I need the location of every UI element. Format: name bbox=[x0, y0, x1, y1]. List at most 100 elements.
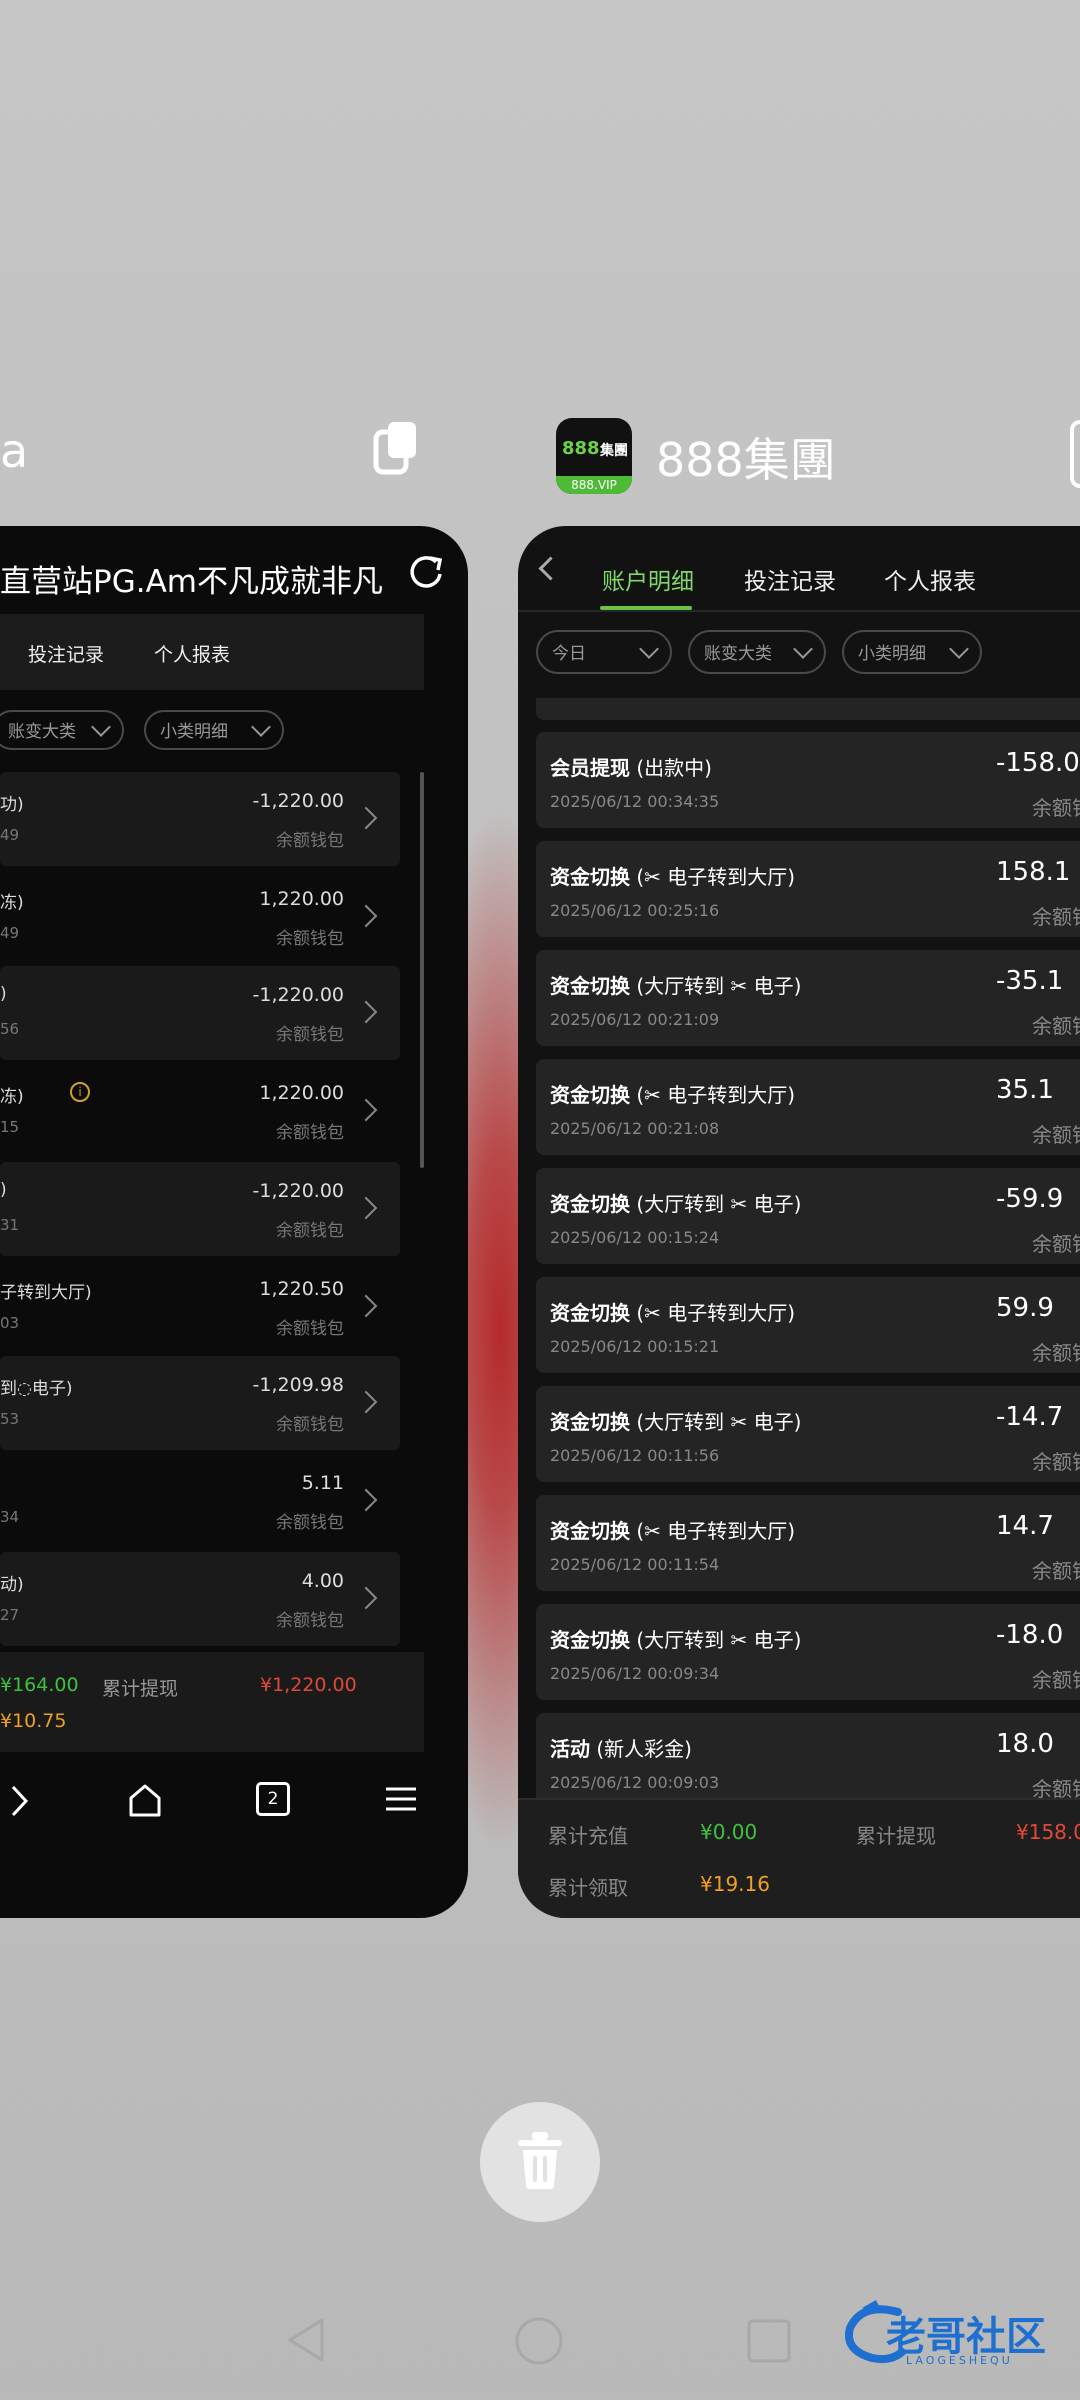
home-icon[interactable] bbox=[128, 1782, 162, 1818]
left-list-item[interactable]: 到◌电子) 53 -1,209.98 余额钱包 bbox=[0, 1356, 400, 1450]
left-item-time: 15 bbox=[0, 1118, 20, 1136]
transaction-item[interactable]: 活动 (新人彩金)2025/06/12 00:09:0318.0余额钱包 bbox=[536, 1713, 1080, 1809]
transaction-detail: (大厅转到 ✂ 电子) bbox=[636, 1192, 802, 1216]
app-icon-vip: 888.VIP bbox=[556, 476, 632, 494]
left-item-amount: -1,209.98 bbox=[252, 1374, 344, 1396]
transaction-wallet: 余额钱包 bbox=[1032, 796, 1080, 820]
left-list-item[interactable]: 冻) 15 1,220.00 余额钱包 i bbox=[0, 1064, 400, 1158]
left-item-type: 冻) bbox=[0, 1087, 24, 1107]
tab-account-detail[interactable]: 账户明细 bbox=[602, 562, 694, 596]
transaction-type: 资金切换 bbox=[550, 1192, 630, 1216]
transaction-item[interactable]: 资金切换 (✂ 电子转到大厅) 2025/06/12 00:11:54 14.7 余额… bbox=[536, 1495, 1080, 1591]
chevron-down-icon bbox=[793, 639, 813, 659]
transaction-title: 资金切换 (大厅转到 ✂ 电子) bbox=[550, 970, 801, 999]
system-recents-icon[interactable] bbox=[746, 2318, 792, 2364]
transaction-title: 资金切换 (大厅转到 ✂ 电子) bbox=[550, 1188, 801, 1217]
transaction-type: 资金切换 bbox=[550, 1410, 630, 1434]
chevron-right-icon bbox=[354, 1488, 378, 1512]
left-tab-report[interactable]: 个人报表 bbox=[154, 640, 230, 667]
info-icon[interactable]: i bbox=[70, 1082, 90, 1102]
filter-subcategory[interactable]: 小类明细 bbox=[842, 630, 982, 674]
left-item-time: 56 bbox=[0, 1020, 20, 1038]
transaction-amount: 14.7 bbox=[996, 1511, 1054, 1541]
transaction-amount: 35.1 bbox=[996, 1075, 1054, 1105]
chevron-right-icon bbox=[354, 1586, 378, 1610]
left-filter-subcategory[interactable]: 小类明细 bbox=[144, 710, 284, 750]
left-list-item[interactable]: 动) 27 4.00 余额钱包 bbox=[0, 1552, 400, 1646]
transaction-title: 资金切换 (✂ 电子转到大厅) bbox=[550, 1297, 795, 1326]
left-list-item[interactable]: ) 31 -1,220.00 余额钱包 bbox=[0, 1162, 400, 1256]
transaction-type: 资金切换 bbox=[550, 1628, 630, 1652]
transaction-title: 资金切换 (大厅转到 ✂ 电子) bbox=[550, 1624, 801, 1653]
transaction-title: 会员提现 (出款中) bbox=[550, 752, 712, 781]
transaction-title: 活动 (新人彩金) bbox=[550, 1733, 692, 1762]
transaction-wallet: 余额钱包 bbox=[1032, 1123, 1080, 1147]
left-item-amount: -1,220.00 bbox=[252, 790, 344, 812]
back-icon[interactable] bbox=[538, 556, 563, 581]
scrollbar[interactable] bbox=[420, 772, 424, 1168]
left-recharge-value: ¥164.00 bbox=[0, 1674, 79, 1696]
transaction-type: 资金切换 bbox=[550, 1083, 630, 1107]
tab-bet-records[interactable]: 投注记录 bbox=[744, 562, 836, 596]
left-app-card[interactable]: 直营站PG.Am不凡成就非凡 投注记录 个人报表 账变大类 小类明细 功) 49 -… bbox=[0, 526, 468, 1918]
watermark-sub: LAOGESHEQU bbox=[906, 2354, 1013, 2367]
window-mode-icon[interactable] bbox=[1070, 420, 1080, 488]
left-item-amount: 1,220.00 bbox=[259, 888, 344, 910]
left-tabs: 投注记录 个人报表 bbox=[0, 614, 424, 690]
copy-window-icon[interactable] bbox=[372, 420, 420, 476]
filter-date[interactable]: 今日 bbox=[536, 630, 672, 674]
chevron-right-icon bbox=[354, 806, 378, 830]
transaction-item[interactable]: 资金切换 (大厅转到 ✂ 电子) 2025/06/12 00:11:56 -14.7… bbox=[536, 1386, 1080, 1482]
transaction-detail: (✂ 电子转到大厅) bbox=[636, 1083, 796, 1107]
left-list-item[interactable]: 冻) 49 1,220.00 余额钱包 bbox=[0, 870, 400, 964]
left-list-item[interactable]: 34 5.11 余额钱包 bbox=[0, 1454, 400, 1548]
transaction-type: 资金切换 bbox=[550, 1301, 630, 1325]
claim-label: 累计领取 bbox=[548, 1876, 628, 1900]
transaction-wallet: 余额钱包 bbox=[1032, 905, 1080, 929]
left-item-wallet: 余额钱包 bbox=[276, 1611, 344, 1631]
left-item-time: 49 bbox=[0, 826, 20, 844]
transaction-item[interactable]: 资金切换 (大厅转到 ✂ 电子) 2025/06/12 00:09:34 -18.0… bbox=[536, 1604, 1080, 1700]
chevron-down-icon bbox=[91, 717, 111, 737]
forward-icon[interactable] bbox=[10, 1784, 30, 1818]
system-home-icon[interactable] bbox=[514, 2316, 564, 2366]
left-item-type: ) bbox=[0, 984, 7, 1004]
right-app-card[interactable]: 账户明细 投注记录 个人报表 今日 账变大类 小类明细 会员提现 (出款中) 20… bbox=[518, 526, 1080, 1918]
clear-all-button[interactable] bbox=[480, 2102, 600, 2222]
transaction-item[interactable]: 会员提现 (出款中) 2025/06/12 00:34:35 -158.0 余额钱包 bbox=[536, 732, 1080, 828]
transaction-item[interactable]: 资金切换 (大厅转到 ✂ 电子) 2025/06/12 00:15:24 -59.9… bbox=[536, 1168, 1080, 1264]
transaction-time: 2025/06/12 00:11:56 bbox=[550, 1446, 720, 1465]
left-filter-category[interactable]: 账变大类 bbox=[0, 710, 124, 750]
system-back-icon[interactable] bbox=[284, 2316, 328, 2364]
filter-category-label: 账变大类 bbox=[704, 644, 772, 664]
menu-icon[interactable] bbox=[386, 1786, 416, 1812]
browser-nav-bar: 2 bbox=[0, 1752, 468, 1852]
left-item-time: 49 bbox=[0, 924, 20, 942]
left-list-item[interactable]: ) 56 -1,220.00 余额钱包 bbox=[0, 966, 400, 1060]
transaction-item[interactable]: 资金切换 (✂ 电子转到大厅) 2025/06/12 00:15:21 59.9 余额… bbox=[536, 1277, 1080, 1373]
transaction-detail: (✂ 电子转到大厅) bbox=[636, 1519, 796, 1543]
transaction-detail: (大厅转到 ✂ 电子) bbox=[636, 1410, 802, 1434]
transaction-time: 2025/06/12 00:09:34 bbox=[550, 1664, 720, 1683]
app-icon-888[interactable]: 888 集團 888.VIP bbox=[556, 418, 632, 494]
left-item-wallet: 余额钱包 bbox=[276, 1319, 344, 1339]
left-claim-value: ¥10.75 bbox=[0, 1710, 67, 1732]
transaction-time: 2025/06/12 00:21:09 bbox=[550, 1010, 720, 1029]
filter-subcategory-label: 小类明细 bbox=[858, 644, 926, 664]
left-tab-bets[interactable]: 投注记录 bbox=[28, 640, 104, 667]
right-app-title: 888集團 bbox=[656, 433, 836, 487]
transaction-type: 活动 bbox=[550, 1737, 590, 1761]
reload-icon[interactable] bbox=[406, 552, 446, 592]
transaction-item[interactable]: 资金切换 (大厅转到 ✂ 电子) 2025/06/12 00:21:09 -35.1… bbox=[536, 950, 1080, 1046]
tab-personal-report[interactable]: 个人报表 bbox=[884, 562, 976, 596]
left-list-item[interactable]: 子转到大厅) 03 1,220.50 余额钱包 bbox=[0, 1260, 400, 1354]
recharge-label: 累计充值 bbox=[548, 1824, 628, 1848]
transaction-item[interactable]: 资金切换 (✂ 电子转到大厅) 2025/06/12 00:21:08 35.1 余额… bbox=[536, 1059, 1080, 1155]
left-list-item[interactable]: 功) 49 -1,220.00 余额钱包 bbox=[0, 772, 400, 866]
transaction-item[interactable]: 资金切换 (✂ 电子转到大厅) 2025/06/12 00:25:16 158.1 余… bbox=[536, 841, 1080, 937]
filter-category[interactable]: 账变大类 bbox=[688, 630, 826, 674]
transaction-type: 资金切换 bbox=[550, 974, 630, 998]
transaction-wallet: 余额钱包 bbox=[1032, 1232, 1080, 1256]
transaction-amount: -35.1 bbox=[996, 966, 1064, 996]
tabs-count-button[interactable]: 2 bbox=[256, 1782, 290, 1816]
